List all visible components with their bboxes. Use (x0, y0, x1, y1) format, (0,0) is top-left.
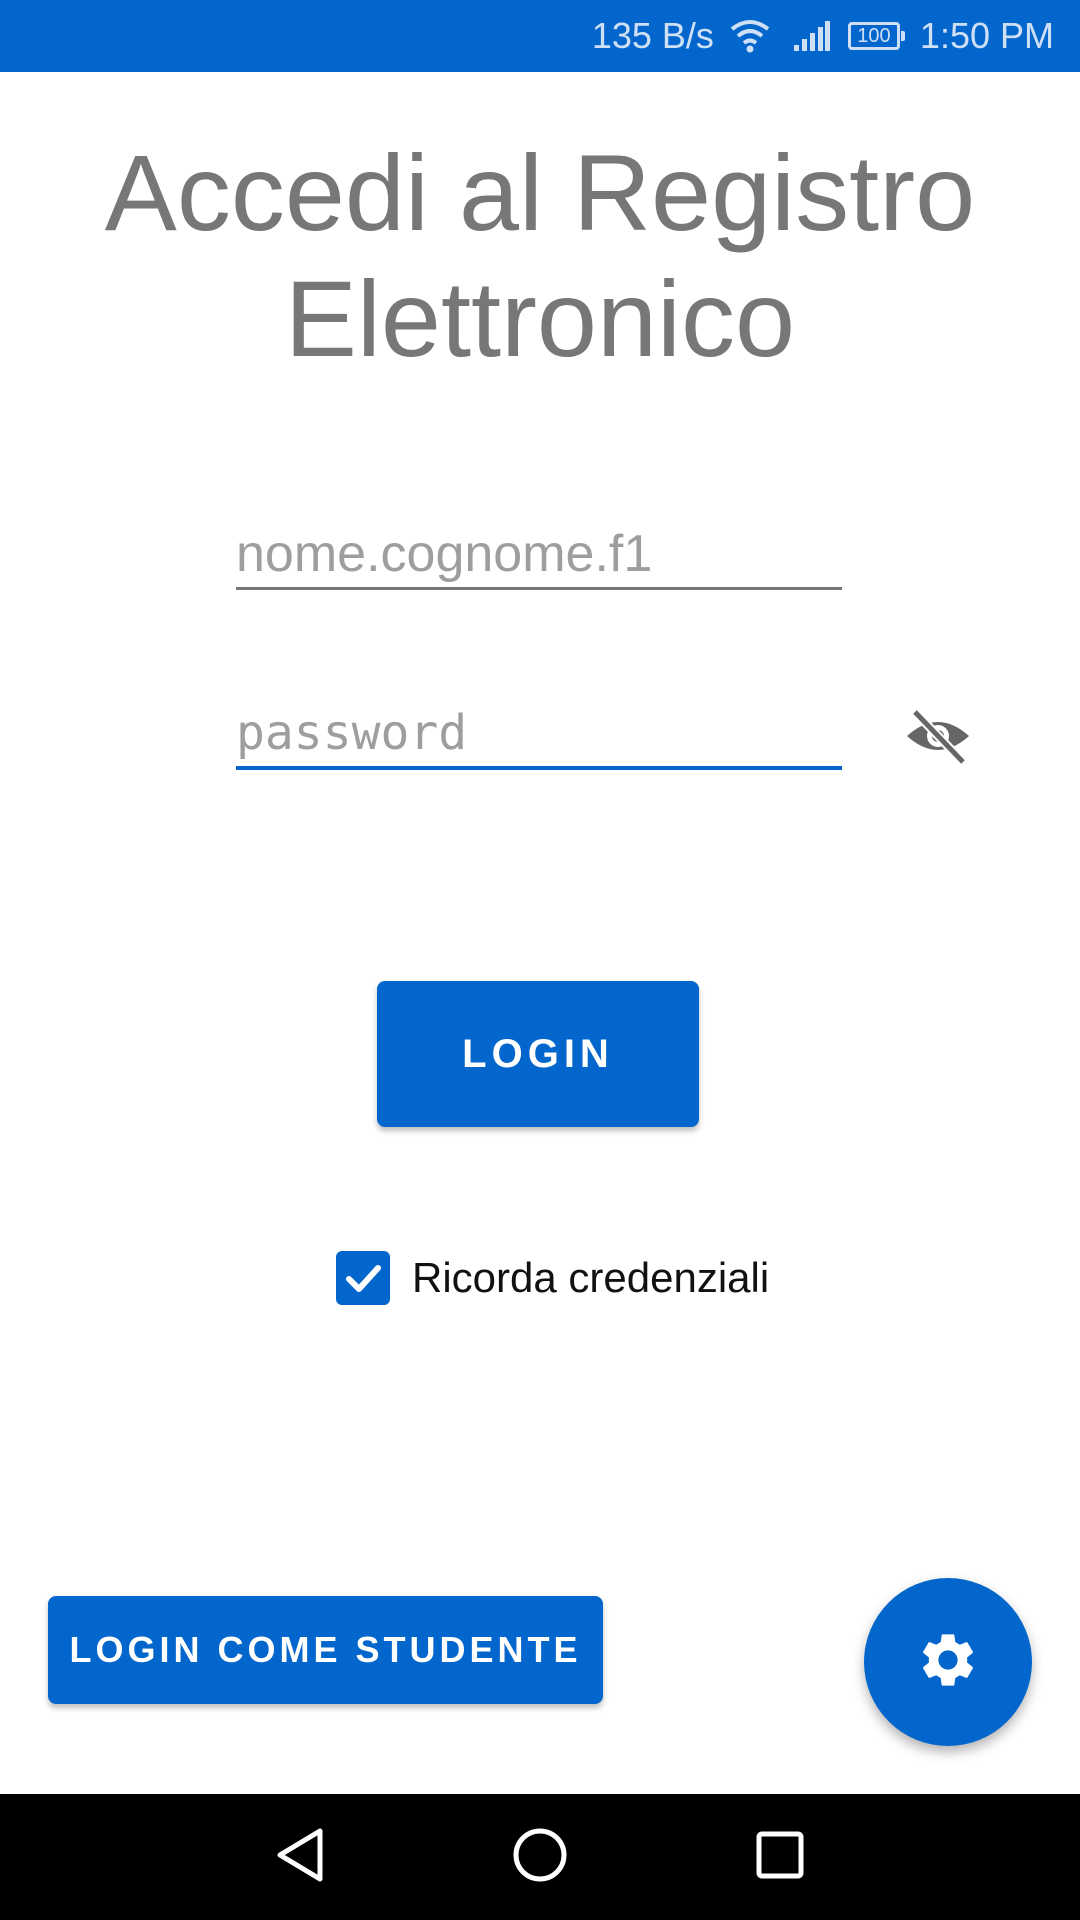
recents-button[interactable] (744, 1821, 816, 1893)
battery-level: 100 (847, 22, 905, 50)
settings-fab[interactable] (864, 1578, 1032, 1746)
remember-credentials-checkbox[interactable]: Ricorda credenziali (336, 1250, 769, 1306)
status-bar: 135 B/s 100 1:50 PM (0, 0, 1080, 72)
home-button[interactable] (504, 1821, 576, 1893)
login-screen: 135 B/s 100 1:50 PM Accedi al Registro E… (0, 0, 1080, 1920)
password-input[interactable] (236, 700, 842, 770)
eye-off-icon (903, 706, 973, 771)
back-icon (274, 1827, 326, 1888)
gear-icon (916, 1628, 980, 1697)
login-button[interactable]: LOGIN (377, 981, 699, 1127)
wifi-icon (730, 19, 770, 53)
signal-icon (793, 21, 830, 51)
home-icon (512, 1827, 568, 1888)
remember-credentials-label: Ricorda credenziali (412, 1254, 770, 1301)
checkbox-checked-icon[interactable] (336, 1251, 390, 1305)
page-title: Accedi al Registro Elettronico (104, 132, 976, 379)
battery-icon: 100 (847, 22, 905, 50)
student-login-button[interactable]: LOGIN COME STUDENTE (48, 1596, 603, 1704)
password-visibility-toggle[interactable] (900, 700, 976, 776)
navigation-bar (0, 1794, 1080, 1920)
username-input[interactable] (236, 520, 842, 590)
status-time: 1:50 PM (919, 15, 1054, 56)
back-button[interactable] (264, 1821, 336, 1893)
recents-icon (755, 1830, 805, 1885)
network-speed: 135 B/s (591, 15, 714, 56)
